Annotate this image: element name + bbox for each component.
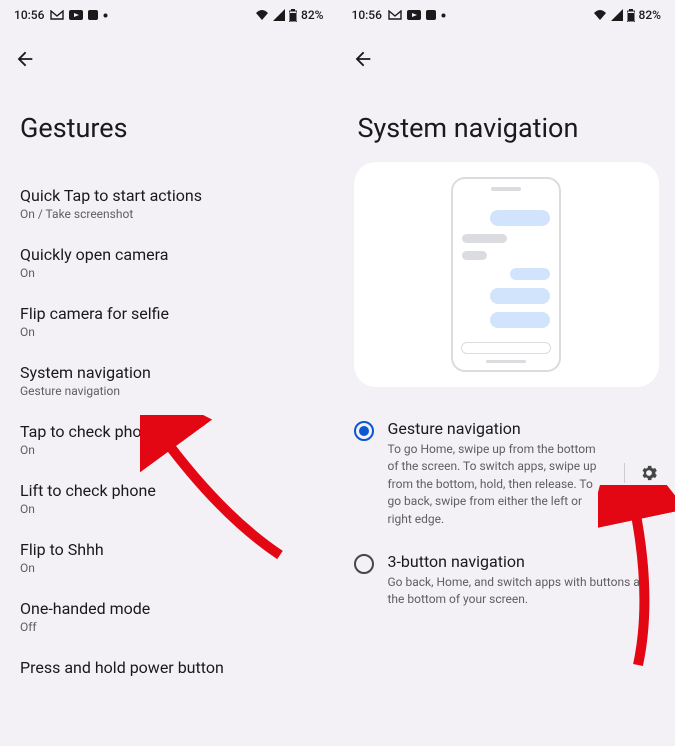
status-time: 10:56	[352, 8, 382, 22]
setting-one-handed[interactable]: One-handed mode Off	[0, 587, 338, 646]
page-title: Gestures	[0, 84, 338, 174]
arrow-left-icon	[14, 48, 36, 70]
radio-selected-icon	[354, 421, 374, 441]
youtube-icon	[407, 10, 421, 20]
setting-sub: Gesture navigation	[20, 384, 318, 398]
setting-open-camera[interactable]: Quickly open camera On	[0, 233, 338, 292]
navigation-illustration	[354, 162, 660, 387]
arrow-left-icon	[352, 48, 374, 70]
setting-title: Press and hold power button	[20, 658, 318, 677]
setting-sub: On	[20, 561, 318, 575]
status-bar: 10:56 82%	[338, 0, 675, 30]
setting-lift-check[interactable]: Lift to check phone On	[0, 469, 338, 528]
gesture-settings-button[interactable]	[624, 463, 659, 483]
setting-sub: On	[20, 443, 318, 457]
gmail-icon	[388, 10, 402, 20]
back-button[interactable]	[338, 30, 675, 84]
status-left-icons	[388, 10, 446, 20]
setting-sub: On	[20, 502, 318, 516]
back-button[interactable]	[0, 30, 338, 84]
setting-tap-check[interactable]: Tap to check phone On	[0, 410, 338, 469]
gmail-icon	[50, 10, 64, 20]
gear-icon	[639, 463, 659, 483]
system-navigation-screen: 10:56 82% System navigation	[338, 0, 675, 746]
dot-icon	[441, 13, 446, 18]
setting-sub: On	[20, 325, 318, 339]
square-icon	[426, 10, 436, 20]
setting-sub: On	[20, 266, 318, 280]
option-3-button-navigation[interactable]: 3-button navigation Go back, Home, and s…	[338, 540, 675, 621]
battery-icon	[289, 9, 297, 22]
status-bar: 10:56 82%	[0, 0, 338, 30]
option-title: Gesture navigation	[388, 419, 605, 438]
setting-title: Flip camera for selfie	[20, 304, 318, 323]
square-icon	[88, 10, 98, 20]
status-time: 10:56	[14, 8, 44, 22]
phone-mockup	[451, 177, 561, 372]
setting-title: Quickly open camera	[20, 245, 318, 264]
setting-power-button[interactable]: Press and hold power button	[0, 646, 338, 689]
setting-flip-shhh[interactable]: Flip to Shhh On	[0, 528, 338, 587]
youtube-icon	[69, 10, 83, 20]
wifi-icon	[593, 9, 607, 21]
setting-title: Quick Tap to start actions	[20, 186, 318, 205]
option-desc: Go back, Home, and switch apps with butt…	[388, 574, 660, 609]
wifi-icon	[255, 9, 269, 21]
setting-title: System navigation	[20, 363, 318, 382]
setting-system-navigation[interactable]: System navigation Gesture navigation	[0, 351, 338, 410]
signal-icon	[273, 9, 285, 21]
setting-title: One-handed mode	[20, 599, 318, 618]
setting-sub: Off	[20, 620, 318, 634]
page-title: System navigation	[338, 84, 675, 162]
setting-title: Flip to Shhh	[20, 540, 318, 559]
battery-percent: 82%	[301, 8, 323, 22]
radio-unselected-icon	[354, 554, 374, 574]
setting-sub: On / Take screenshot	[20, 207, 318, 221]
setting-flip-camera[interactable]: Flip camera for selfie On	[0, 292, 338, 351]
option-gesture-navigation[interactable]: Gesture navigation To go Home, swipe up …	[338, 407, 675, 540]
option-desc: To go Home, swipe up from the bottom of …	[388, 441, 605, 528]
setting-title: Lift to check phone	[20, 481, 318, 500]
battery-percent: 82%	[639, 8, 661, 22]
setting-title: Tap to check phone	[20, 422, 318, 441]
signal-icon	[611, 9, 623, 21]
status-left-icons	[50, 10, 108, 20]
battery-icon	[627, 9, 635, 22]
setting-quick-tap[interactable]: Quick Tap to start actions On / Take scr…	[0, 174, 338, 233]
gestures-screen: 10:56 82% Gestures Quick Tap to start ac…	[0, 0, 338, 746]
option-title: 3-button navigation	[388, 552, 660, 571]
dot-icon	[103, 13, 108, 18]
